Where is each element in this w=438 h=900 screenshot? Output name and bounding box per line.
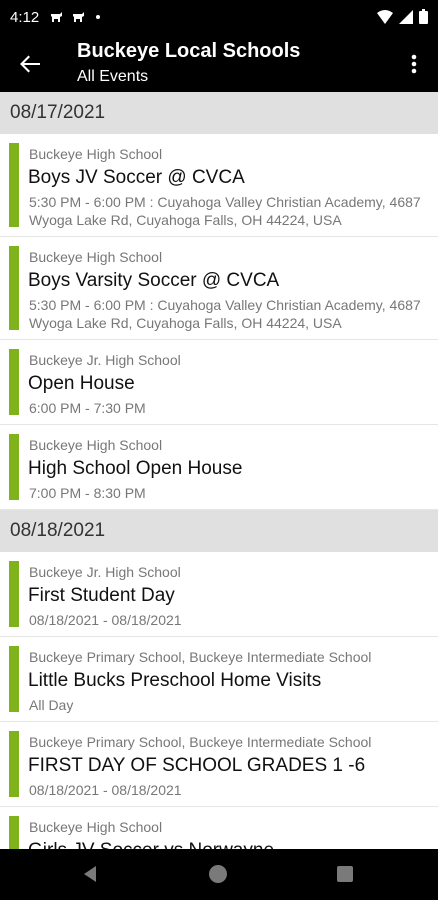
event-details: All Day — [29, 697, 74, 713]
event-details: 08/18/2021 - 08/18/2021 — [29, 612, 182, 628]
event-color-bar — [9, 434, 19, 500]
event-color-bar — [9, 731, 19, 797]
event-color-bar — [9, 816, 19, 849]
event-school: Buckeye Primary School, Buckeye Intermed… — [29, 649, 372, 665]
notification-icons — [50, 10, 102, 24]
event-name: Boys Varsity Soccer @ CVCA — [28, 270, 280, 291]
event-name: FIRST DAY OF SCHOOL GRADES 1 -6 — [28, 755, 366, 776]
app-bar: Buckeye Local Schools All Events — [0, 36, 438, 92]
back-arrow-icon[interactable] — [16, 50, 44, 78]
event-school: Buckeye High School — [29, 437, 163, 453]
event-name: Boys JV Soccer @ CVCA — [28, 167, 245, 188]
date-header: 08/17/2021 — [0, 92, 438, 134]
event-school: Buckeye Jr. High School — [29, 352, 181, 368]
notification-dot-icon — [96, 15, 100, 19]
event-details: 6:00 PM - 7:30 PM — [29, 400, 146, 416]
app-subtitle: All Events — [77, 68, 149, 85]
event-school: Buckeye Primary School, Buckeye Intermed… — [29, 734, 372, 750]
event-color-bar — [9, 561, 19, 627]
event-details: 08/18/2021 - 08/18/2021 — [29, 782, 182, 798]
event-color-bar — [9, 349, 19, 415]
event-name: Little Bucks Preschool Home Visits — [28, 670, 322, 691]
event-item[interactable]: Buckeye High School Girls JV Soccer vs N… — [0, 807, 438, 849]
system-nav-bar — [0, 849, 438, 900]
signal-icon — [399, 9, 413, 24]
event-color-bar — [9, 246, 19, 330]
event-name: Girls JV Soccer vs Norwayne — [28, 840, 274, 849]
status-bar: 4:12 — [0, 0, 438, 36]
status-time: 4:12 — [10, 9, 40, 26]
event-details: 5:30 PM - 6:00 PM : Cuyahoga Valley Chri… — [29, 194, 421, 228]
event-color-bar — [9, 143, 19, 227]
event-item[interactable]: Buckeye Jr. High School Open House 6:00 … — [0, 340, 438, 425]
event-item[interactable]: Buckeye Jr. High School First Student Da… — [0, 552, 438, 637]
event-details: 7:00 PM - 8:30 PM — [29, 485, 146, 501]
status-icons — [377, 9, 428, 24]
event-school: Buckeye High School — [29, 146, 163, 162]
event-name: High School Open House — [28, 458, 243, 479]
app-title: Buckeye Local Schools — [77, 40, 301, 62]
event-school: Buckeye High School — [29, 249, 163, 265]
event-color-bar — [9, 646, 19, 712]
nav-recents-icon[interactable] — [337, 866, 353, 882]
event-item[interactable]: Buckeye Primary School, Buckeye Intermed… — [0, 722, 438, 807]
event-school: Buckeye High School — [29, 819, 163, 835]
battery-icon — [419, 9, 428, 24]
wifi-icon — [377, 9, 393, 24]
event-item[interactable]: Buckeye High School Boys JV Soccer @ CVC… — [0, 134, 438, 237]
event-name: First Student Day — [28, 585, 175, 606]
event-item[interactable]: Buckeye Primary School, Buckeye Intermed… — [0, 637, 438, 722]
nav-home-icon[interactable] — [209, 865, 227, 883]
event-item[interactable]: Buckeye High School Boys Varsity Soccer … — [0, 237, 438, 340]
nav-back-icon[interactable] — [82, 865, 98, 883]
date-header: 08/18/2021 — [0, 510, 438, 552]
event-school: Buckeye Jr. High School — [29, 564, 181, 580]
notification-app-icon — [73, 12, 84, 22]
notification-app-icon — [51, 12, 62, 22]
event-name: Open House — [28, 373, 135, 394]
event-details: 5:30 PM - 6:00 PM : Cuyahoga Valley Chri… — [29, 297, 421, 331]
events-list[interactable]: 08/17/2021 Buckeye High School Boys JV S… — [0, 92, 438, 849]
event-item[interactable]: Buckeye High School High School Open Hou… — [0, 425, 438, 510]
overflow-menu-icon[interactable] — [404, 52, 424, 76]
